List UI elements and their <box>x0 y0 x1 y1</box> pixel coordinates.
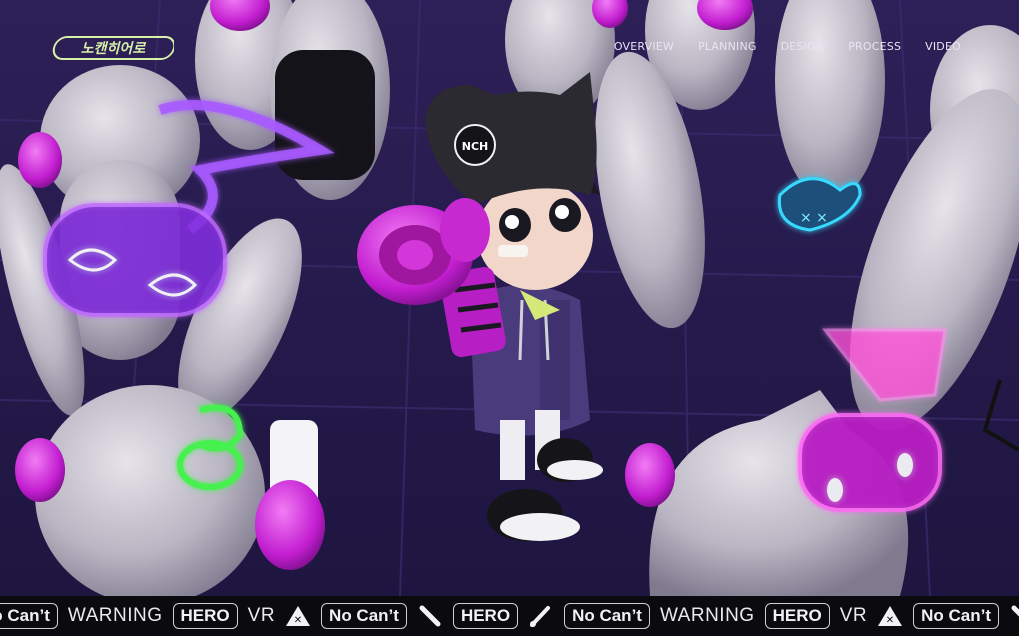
nav-video[interactable]: VIDEO <box>925 40 961 53</box>
ticker-track: No Can’t WARNING HERO VR ✕ No Can’t HERO No Can… <box>0 596 1019 636</box>
cap-badge-text: NCH <box>462 140 489 153</box>
slash-icon <box>1009 605 1019 627</box>
logo-text: 노캔히어로 <box>81 41 147 57</box>
site-logo[interactable]: 노캔히어로 <box>52 34 174 62</box>
ticker-chip: HERO <box>452 603 519 629</box>
ticker-chip: No Can’t <box>913 603 999 629</box>
nav-planning[interactable]: PLANNING <box>698 40 757 53</box>
hero-stage: × × NCH 노캔히어로 OVERVIEW PLANNING DESIGN P… <box>0 0 1019 636</box>
ticker-chip: No Can’t <box>0 603 58 629</box>
warning-triangle-icon: ✕ <box>285 605 311 627</box>
ticker-chip: No Can’t <box>321 603 407 629</box>
ticker-word: WARNING <box>659 605 755 626</box>
ticker-chip: HERO <box>764 603 830 629</box>
svg-text:× ×: × × <box>800 210 828 226</box>
ticker-word: VR <box>247 605 276 626</box>
nav-process[interactable]: PROCESS <box>848 40 901 53</box>
marquee-ticker: No Can’t WARNING HERO VR ✕ No Can’t HERO No Can… <box>0 596 1019 636</box>
warning-triangle-icon: ✕ <box>877 605 903 627</box>
ticker-chip: No Can’t <box>564 603 650 629</box>
hero-illustration: × × NCH <box>0 0 1019 596</box>
slash-icon <box>417 605 443 627</box>
ticker-word: WARNING <box>67 605 163 626</box>
ticker-chip: HERO <box>172 603 238 629</box>
nav-design[interactable]: DESIGN <box>781 40 825 53</box>
svg-text:✕: ✕ <box>294 615 302 626</box>
nav-overview[interactable]: OVERVIEW <box>614 40 674 53</box>
ticker-word: VR <box>839 605 868 626</box>
brush-icon <box>528 605 554 627</box>
main-nav: OVERVIEW PLANNING DESIGN PROCESS VIDEO <box>614 40 961 53</box>
svg-text:✕: ✕ <box>886 615 894 626</box>
